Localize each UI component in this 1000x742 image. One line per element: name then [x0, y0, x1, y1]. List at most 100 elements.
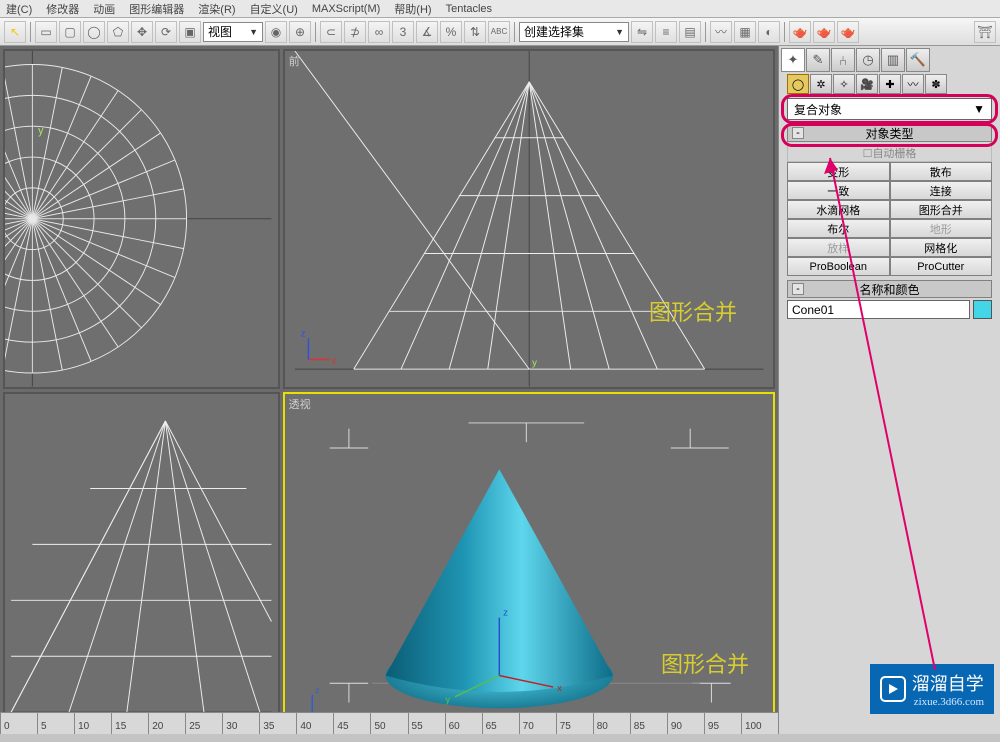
tick: 50	[370, 713, 407, 734]
systems-icon[interactable]: ✽	[925, 74, 947, 94]
time-ruler[interactable]: 0 5 10 15 20 25 30 35 40 45 50 55 60 65 …	[0, 712, 778, 734]
autogrid-checkbox[interactable]: ☐ 自动栅格	[787, 144, 992, 162]
main-area: y 前	[0, 46, 1000, 734]
type-button[interactable]: 散布	[890, 162, 993, 181]
menu-item[interactable]: 建(C)	[6, 1, 32, 17]
geometry-icon[interactable]: ◯	[787, 74, 809, 94]
type-button[interactable]: 水滴网格	[787, 200, 890, 219]
modify-tab-icon[interactable]: ✎	[806, 48, 830, 72]
collapse-icon[interactable]: -	[792, 283, 804, 295]
type-button[interactable]: 布尔	[787, 219, 890, 238]
abc-icon[interactable]: ABC	[488, 21, 510, 43]
render-setup-icon[interactable]: 🫖	[789, 21, 811, 43]
viewport-perspective[interactable]: 透视	[283, 392, 775, 732]
mirror-icon[interactable]: ⇋	[631, 21, 653, 43]
create-tab-icon[interactable]: ✦	[781, 48, 805, 72]
utilities-tab-icon[interactable]: 🔨	[906, 48, 930, 72]
move-icon[interactable]: ✥	[131, 21, 153, 43]
name-color-rollout[interactable]: - 名称和颜色	[787, 280, 992, 298]
viewport-label: 透视	[289, 396, 311, 412]
select-all-icon[interactable]: ▭	[35, 21, 57, 43]
helpers-icon[interactable]: ✚	[879, 74, 901, 94]
view-combo[interactable]: 视图▼	[203, 22, 263, 42]
tick: 75	[556, 713, 593, 734]
menu-item[interactable]: 渲染(R)	[198, 1, 235, 17]
type-button[interactable]: 地形	[890, 219, 993, 238]
spinner-snap-icon[interactable]: ⇅	[464, 21, 486, 43]
color-swatch[interactable]	[973, 300, 992, 319]
percent-snap-icon[interactable]: %	[440, 21, 462, 43]
menubar: 建(C) 修改器 动画 图形编辑器 渲染(R) 自定义(U) MAXScript…	[0, 0, 1000, 18]
bind-icon[interactable]: ∞	[368, 21, 390, 43]
cursor-icon[interactable]: ↖	[4, 21, 26, 43]
separator	[514, 22, 515, 42]
tick: 10	[74, 713, 111, 734]
hierarchy-tab-icon[interactable]: ⑃	[831, 48, 855, 72]
tick: 90	[667, 713, 704, 734]
collapse-icon[interactable]: -	[792, 127, 804, 139]
type-button[interactable]: 放样	[787, 238, 890, 257]
spacewarps-icon[interactable]: 〰	[902, 74, 924, 94]
reactor-icon[interactable]: ⛩	[974, 21, 996, 43]
snap-icon[interactable]: ◉	[265, 21, 287, 43]
scale-icon[interactable]: ▣	[179, 21, 201, 43]
quick-render-icon[interactable]: 🫖	[837, 21, 859, 43]
menu-item[interactable]: MAXScript(M)	[312, 3, 380, 15]
cameras-icon[interactable]: 🎥	[856, 74, 878, 94]
type-button[interactable]: 图形合并	[890, 200, 993, 219]
menu-item[interactable]: 修改器	[46, 1, 79, 17]
object-name-input[interactable]	[787, 300, 970, 319]
watermark-sub: zixue.3d66.com	[914, 696, 984, 708]
display-tab-icon[interactable]: ▥	[881, 48, 905, 72]
menu-item[interactable]: 自定义(U)	[250, 1, 298, 17]
type-button[interactable]: 变形	[787, 162, 890, 181]
select-rect-icon[interactable]: ▢	[59, 21, 81, 43]
menu-item[interactable]: Tentacles	[446, 3, 492, 15]
snap3-icon[interactable]: 3	[392, 21, 414, 43]
tick: 85	[630, 713, 667, 734]
type-button[interactable]: 连接	[890, 181, 993, 200]
angle-snap-icon[interactable]: ∡	[416, 21, 438, 43]
object-types-grid: ☐ 自动栅格 变形散布 一致连接 水滴网格图形合并 布尔地形 放样网格化 Pro…	[787, 144, 992, 276]
layers-icon[interactable]: ▤	[679, 21, 701, 43]
menu-item[interactable]: 动画	[93, 1, 115, 17]
object-type-rollout[interactable]: - 对象类型	[787, 124, 992, 142]
category-dropdown[interactable]: 复合对象▼	[787, 98, 992, 120]
viewport-top[interactable]: y	[3, 49, 280, 389]
tick: 60	[445, 713, 482, 734]
material-icon[interactable]: ◐	[758, 21, 780, 43]
schematic-icon[interactable]: ▦	[734, 21, 756, 43]
viewport-front[interactable]: 前	[283, 49, 775, 389]
watermark: 溜溜自学 zixue.3d66.com	[870, 664, 994, 714]
lights-icon[interactable]: ✧	[833, 74, 855, 94]
align-icon[interactable]: ≡	[655, 21, 677, 43]
unlink-icon[interactable]: ⊅	[344, 21, 366, 43]
link-icon[interactable]: ⊂	[320, 21, 342, 43]
type-button[interactable]: 网格化	[890, 238, 993, 257]
select-fence-icon[interactable]: ⬠	[107, 21, 129, 43]
play-icon	[880, 676, 906, 702]
select-circle-icon[interactable]: ◯	[83, 21, 105, 43]
tick: 0	[0, 713, 37, 734]
viewport-text: 图形合并	[649, 295, 737, 327]
type-button[interactable]: ProBoolean	[787, 257, 890, 276]
curve-editor-icon[interactable]: 〰	[710, 21, 732, 43]
rotate-icon[interactable]: ⟳	[155, 21, 177, 43]
tick: 100	[741, 713, 778, 734]
svg-text:y: y	[38, 125, 44, 137]
tick: 20	[148, 713, 185, 734]
type-button[interactable]: ProCutter	[890, 257, 993, 276]
viewport-left[interactable]	[3, 392, 280, 732]
selection-set-combo[interactable]: 创建选择集▼	[519, 22, 629, 42]
menu-item[interactable]: 图形编辑器	[129, 1, 184, 17]
menu-item[interactable]: 帮助(H)	[394, 1, 431, 17]
shapes-icon[interactable]: ✲	[810, 74, 832, 94]
viewports: y 前	[0, 46, 778, 734]
render-frame-icon[interactable]: 🫖	[813, 21, 835, 43]
command-panel: ✦ ✎ ⑃ ◷ ▥ 🔨 ◯ ✲ ✧ 🎥 ✚ 〰 ✽ 复合对象▼ - 对象类型	[778, 46, 1000, 734]
type-button[interactable]: 一致	[787, 181, 890, 200]
pivot-icon[interactable]: ⊕	[289, 21, 311, 43]
motion-tab-icon[interactable]: ◷	[856, 48, 880, 72]
separator	[315, 22, 316, 42]
separator	[784, 22, 785, 42]
